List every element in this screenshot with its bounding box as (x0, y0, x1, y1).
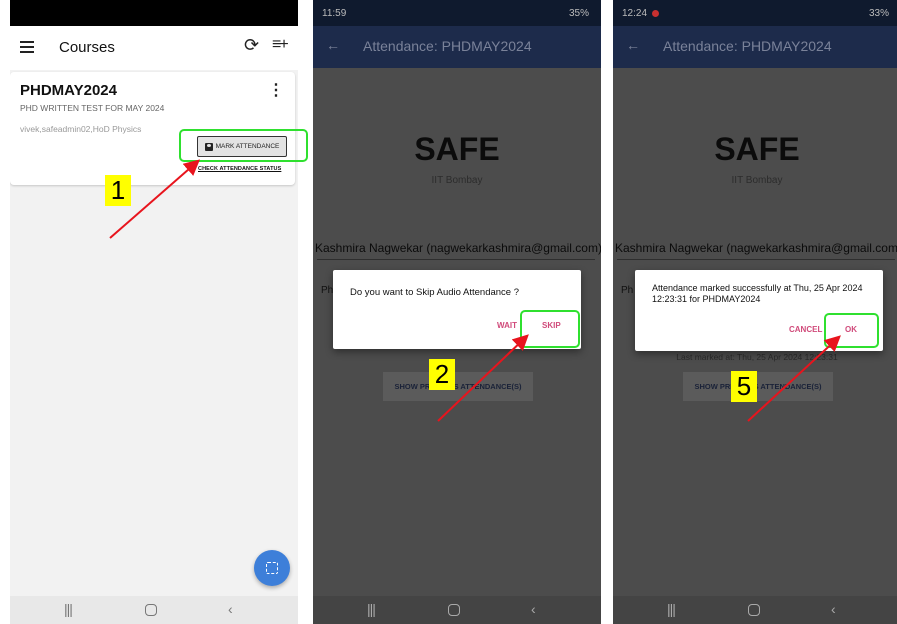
app-bar: ← Attendance: PHDMAY2024 (313, 26, 601, 68)
home-icon[interactable] (145, 604, 157, 616)
course-staff: vivek,safeadmin02,HoD Physics (20, 124, 142, 134)
refresh-icon[interactable]: ⟳ (244, 35, 259, 56)
wait-button[interactable]: WAIT (497, 321, 517, 330)
more-vert-icon[interactable]: ⋮ (268, 80, 284, 100)
divider (617, 259, 895, 260)
menu-icon[interactable] (20, 38, 34, 58)
highlight-mark-attendance (179, 129, 308, 162)
home-icon[interactable] (448, 604, 460, 616)
field-peek: Ph (621, 285, 634, 296)
step-label-2: 2 (429, 359, 455, 390)
logo-subtitle: IIT Bombay (731, 175, 783, 186)
status-battery: 33% (868, 8, 889, 19)
app-title: Courses (59, 39, 115, 56)
status-time: 12:24 (622, 8, 661, 19)
status-time: 11:59 (322, 8, 347, 19)
highlight-ok (824, 313, 879, 348)
app-bar: Courses ⟳ ≡+ (10, 26, 298, 70)
status-bar: 12:24 33% (613, 0, 897, 26)
status-bar (10, 0, 298, 26)
playlist-add-icon[interactable]: ≡+ (272, 36, 289, 54)
user-identity: Kashmira Nagwekar (nagwekarkashmira@gmai… (315, 241, 601, 255)
course-code: PHDMAY2024 (20, 82, 117, 99)
step-label-5: 5 (731, 371, 757, 402)
back-nav-icon[interactable]: ‹ (531, 601, 536, 617)
system-nav-bar: ||| ‹ (313, 596, 601, 624)
back-nav-icon[interactable]: ‹ (831, 601, 836, 617)
back-arrow-icon[interactable]: ← (626, 37, 640, 53)
back-nav-icon[interactable]: ‹ (228, 601, 233, 617)
recent-apps-icon[interactable]: ||| (367, 601, 376, 617)
face-scan-fab[interactable] (254, 550, 290, 586)
check-attendance-status-link[interactable]: CHECK ATTENDANCE STATUS (198, 166, 281, 172)
back-arrow-icon[interactable]: ← (326, 37, 340, 53)
status-bar: 11:59 35% (313, 0, 601, 26)
recent-apps-icon[interactable]: ||| (64, 601, 73, 617)
last-marked-text: Last marked at: Thu, 25 Apr 2024 12:23:3… (676, 352, 838, 362)
course-name: PHD WRITTEN TEST FOR MAY 2024 (20, 103, 165, 113)
dialog-message: Attendance marked successfully at Thu, 2… (652, 283, 863, 304)
show-previous-attendance-button[interactable]: SHOW PREVIOUS ATTENDANCE(S) (383, 372, 533, 401)
phone-screen-courses: Courses ⟳ ≡+ PHDMAY2024 ⋮ PHD WRITTEN TE… (10, 0, 298, 624)
system-nav-bar: ||| ‹ (613, 596, 897, 624)
divider (317, 259, 595, 260)
logo-subtitle: IIT Bombay (431, 175, 483, 186)
user-identity: Kashmira Nagwekar (nagwekarkashmira@gmai… (615, 241, 897, 255)
recent-apps-icon[interactable]: ||| (667, 601, 676, 617)
safe-logo: SAFE (714, 131, 800, 167)
cancel-button[interactable]: CANCEL (789, 325, 822, 334)
field-peek: Ph (321, 285, 334, 296)
step-label-1: 1 (105, 175, 131, 206)
app-bar: ← Attendance: PHDMAY2024 (613, 26, 897, 68)
safe-logo: SAFE (414, 131, 500, 167)
recording-dot-icon (651, 9, 659, 17)
system-nav-bar: ||| ‹ (10, 596, 298, 624)
face-scan-icon (266, 562, 278, 574)
page-title: Attendance: PHDMAY2024 (663, 38, 832, 54)
highlight-skip (520, 310, 580, 348)
status-battery: 35% (568, 8, 589, 19)
dialog-message: Do you want to Skip Audio Attendance ? (350, 287, 520, 298)
phone-screen-success-dialog: 12:24 33% ← Attendance: PHDMAY2024 SAFE … (613, 0, 897, 624)
home-icon[interactable] (748, 604, 760, 616)
page-title: Attendance: PHDMAY2024 (363, 38, 532, 54)
show-previous-attendance-button[interactable]: SHOW PREVIOUS ATTENDANCE(S) (683, 372, 833, 401)
